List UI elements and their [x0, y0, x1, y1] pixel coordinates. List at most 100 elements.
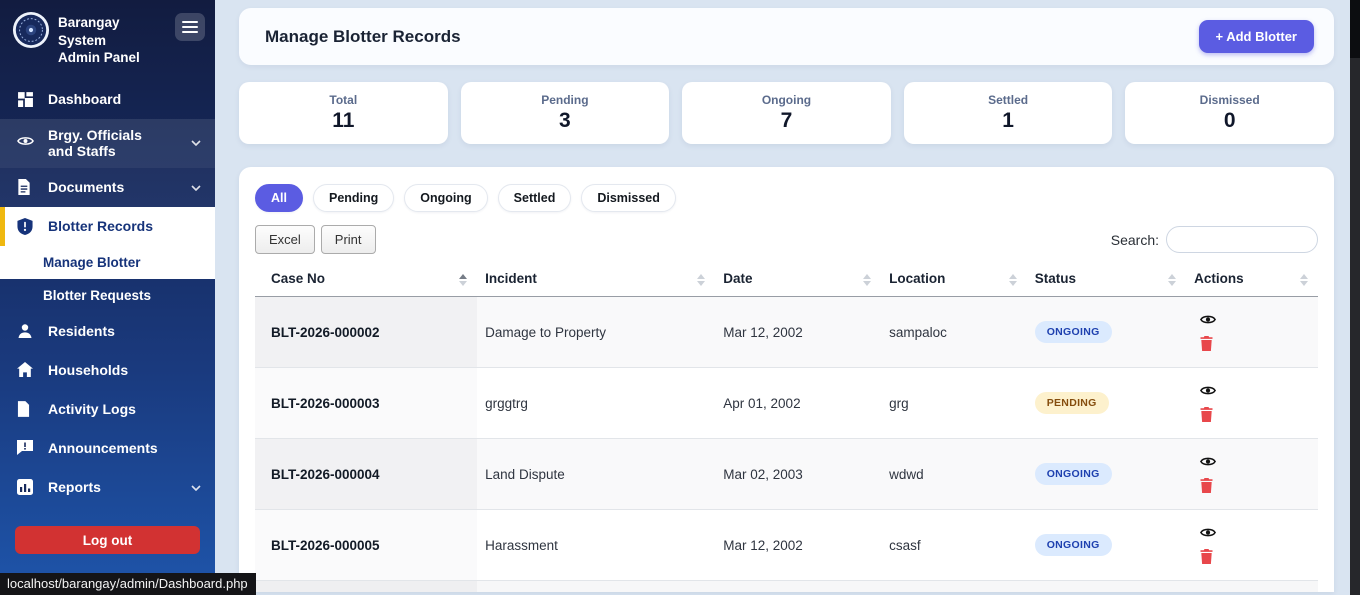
- delete-button[interactable]: [1200, 336, 1213, 351]
- document-icon: [17, 179, 34, 196]
- barangay-seal-logo: [12, 11, 50, 49]
- hamburger-menu-button[interactable]: [175, 13, 205, 41]
- stat-label: Dismissed: [1200, 93, 1260, 107]
- eye-icon: [1200, 527, 1216, 538]
- cell-date: Apr 01, 2002: [715, 368, 881, 439]
- cell-actions: [1186, 297, 1318, 368]
- filter-tab-settled[interactable]: Settled: [498, 184, 572, 212]
- search-input[interactable]: [1166, 226, 1318, 253]
- sidebar-item-residents[interactable]: Residents: [0, 312, 215, 351]
- filter-tab-dismissed[interactable]: Dismissed: [581, 184, 676, 212]
- cell-incident: grggtrg: [477, 368, 715, 439]
- search-label: Search:: [1111, 232, 1159, 248]
- status-badge: ONGOING: [1035, 534, 1112, 556]
- app-title-line1: Barangay System: [58, 14, 167, 49]
- column-header-case-no[interactable]: Case No: [255, 263, 477, 297]
- sidebar-item-activity-logs[interactable]: Activity Logs: [0, 390, 215, 429]
- stat-value: 0: [1224, 109, 1236, 133]
- table-header-row: Case No Incident Date Location: [255, 263, 1318, 297]
- sidebar-subitem-blotter-requests[interactable]: Blotter Requests: [0, 279, 215, 312]
- cell-location: sampaloc: [881, 297, 1027, 368]
- vertical-scrollbar[interactable]: [1350, 0, 1360, 595]
- sidebar-item-households[interactable]: Households: [0, 351, 215, 390]
- sort-icon: [459, 274, 467, 286]
- search-area: Search:: [1111, 226, 1318, 253]
- page-header: Manage Blotter Records + Add Blotter: [239, 8, 1334, 65]
- sort-icon: [863, 274, 871, 286]
- column-header-actions[interactable]: Actions: [1186, 263, 1318, 297]
- cell-date: Mar 12, 2002: [715, 297, 881, 368]
- chat-icon: [17, 440, 34, 457]
- stat-card-dismissed: Dismissed 0: [1125, 82, 1334, 144]
- main-content: Manage Blotter Records + Add Blotter Tot…: [215, 0, 1360, 595]
- sort-icon: [1009, 274, 1017, 286]
- stat-card-pending: Pending 3: [461, 82, 670, 144]
- column-header-date[interactable]: Date: [715, 263, 881, 297]
- filter-tab-all[interactable]: All: [255, 184, 303, 212]
- sidebar-item-announcements[interactable]: Announcements: [0, 429, 215, 468]
- stat-card-settled: Settled 1: [904, 82, 1113, 144]
- sidebar-subitem-manage-blotter[interactable]: Manage Blotter: [0, 246, 215, 279]
- cell-status: PENDING: [1027, 368, 1186, 439]
- cell-status: ONGOING: [1027, 439, 1186, 510]
- stat-value: 3: [559, 109, 571, 133]
- cell-actions: [1186, 439, 1318, 510]
- app-title: Barangay System Admin Panel: [58, 11, 167, 67]
- blotter-table-card: All Pending Ongoing Settled Dismissed Ex…: [239, 167, 1334, 592]
- status-filter-tabs: All Pending Ongoing Settled Dismissed: [255, 184, 1318, 212]
- bar-chart-icon: [17, 479, 34, 496]
- trash-icon: [1200, 336, 1213, 351]
- stat-value: 11: [332, 109, 354, 133]
- table-row: BLT-2026-000005 Harassment Mar 12, 2002 …: [255, 510, 1318, 581]
- trash-icon: [1200, 407, 1213, 422]
- cell-status: ONGOING: [1027, 510, 1186, 581]
- stats-row: Total 11 Pending 3 Ongoing 7 Settled 1 D…: [239, 82, 1334, 144]
- scrollbar-thumb[interactable]: [1350, 0, 1360, 58]
- column-header-incident[interactable]: Incident: [477, 263, 715, 297]
- sidebar-item-brgy-officials[interactable]: Brgy. Officials and Staffs: [0, 119, 215, 169]
- column-header-location[interactable]: Location: [881, 263, 1027, 297]
- add-blotter-button[interactable]: + Add Blotter: [1199, 20, 1315, 53]
- delete-button[interactable]: [1200, 407, 1213, 422]
- stat-value: 1: [1002, 109, 1014, 133]
- cell-incident: Damage to Property: [477, 297, 715, 368]
- column-header-status[interactable]: Status: [1027, 263, 1186, 297]
- file-icon: [17, 401, 34, 418]
- sort-icon: [697, 274, 705, 286]
- cell-location: wdwd: [881, 439, 1027, 510]
- chevron-down-icon: [191, 185, 201, 191]
- stat-card-ongoing: Ongoing 7: [682, 82, 891, 144]
- filter-tab-pending[interactable]: Pending: [313, 184, 394, 212]
- view-button[interactable]: [1200, 385, 1216, 396]
- sidebar-item-dashboard[interactable]: Dashboard: [0, 80, 215, 119]
- chevron-down-icon: [191, 140, 201, 146]
- view-button[interactable]: [1200, 314, 1216, 325]
- cell-case-no: BLT-2026-000002: [255, 297, 477, 368]
- grid-icon: [17, 91, 34, 108]
- shield-exclamation-icon: [17, 218, 34, 235]
- stat-label: Settled: [988, 93, 1028, 107]
- sidebar-item-reports[interactable]: Reports: [0, 468, 215, 507]
- cell-date: Mar 12, 2002: [715, 510, 881, 581]
- cell-case-no: BLT-2026-000004: [255, 439, 477, 510]
- stat-label: Total: [329, 93, 357, 107]
- table-row: BLT-2026-000004 Land Dispute Mar 02, 200…: [255, 439, 1318, 510]
- table-row-partial: [255, 581, 1318, 592]
- stat-value: 7: [781, 109, 793, 133]
- filter-tab-ongoing[interactable]: Ongoing: [404, 184, 487, 212]
- logout-button[interactable]: Log out: [15, 526, 200, 554]
- print-button[interactable]: Print: [321, 225, 376, 254]
- excel-export-button[interactable]: Excel: [255, 225, 315, 254]
- blotter-table: Case No Incident Date Location: [255, 263, 1318, 581]
- delete-button[interactable]: [1200, 549, 1213, 564]
- view-button[interactable]: [1200, 527, 1216, 538]
- chevron-down-icon: [191, 485, 201, 491]
- delete-button[interactable]: [1200, 478, 1213, 493]
- status-badge: ONGOING: [1035, 463, 1112, 485]
- browser-status-bar: localhost/barangay/admin/Dashboard.php: [0, 573, 256, 595]
- sidebar-item-blotter-records[interactable]: Blotter Records: [0, 207, 215, 246]
- cell-date: Mar 02, 2003: [715, 439, 881, 510]
- export-buttons: Excel Print: [255, 225, 376, 254]
- sidebar-item-documents[interactable]: Documents: [0, 168, 215, 207]
- view-button[interactable]: [1200, 456, 1216, 467]
